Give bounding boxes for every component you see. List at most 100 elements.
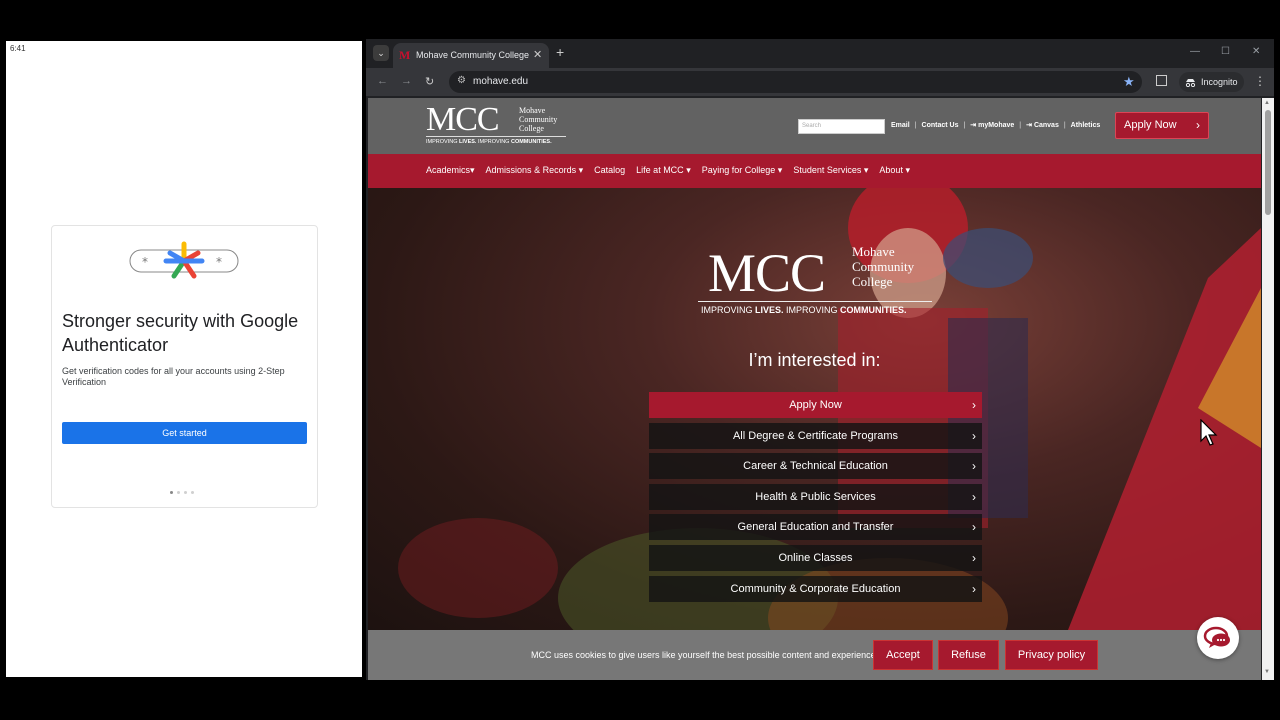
hero-logo-divider	[698, 301, 932, 302]
nav-catalog[interactable]: Catalog	[594, 165, 625, 176]
mcc-logo[interactable]: MCC Mohave Community College IMPROVING L…	[426, 101, 572, 149]
close-tab-icon[interactable]: ✕	[533, 48, 542, 61]
hero-logo-name-line: College	[852, 274, 893, 289]
scroll-up-arrow-icon[interactable]: ▲	[1264, 100, 1270, 106]
browser-menu-icon[interactable]: ⋮	[1254, 74, 1266, 88]
chevron-right-icon: ›	[972, 550, 976, 565]
athletics-link[interactable]: Athletics	[1071, 122, 1101, 129]
incognito-label: Incognito	[1201, 77, 1238, 87]
card-description: Get verification codes for all your acco…	[62, 366, 285, 387]
nav-academics[interactable]: Academics▾	[426, 165, 475, 176]
scroll-down-arrow-icon[interactable]: ▼	[1264, 669, 1270, 675]
hero-banner: MCC Mohave Community College IMPROVING L…	[368, 188, 1261, 630]
browser-window: ⌄ M Mohave Community College ✕ + — ☐ ✕ ←…	[366, 39, 1274, 680]
hero-logo: MCC Mohave Community College IMPROVING L…	[698, 243, 932, 330]
page-scrollbar[interactable]: ▲ ▼	[1262, 98, 1274, 680]
back-arrow-icon[interactable]: ←	[377, 75, 388, 87]
sign-in-icon: ⇥	[1026, 122, 1034, 129]
logo-name-line: Community	[519, 115, 558, 124]
chevron-right-icon: ›	[972, 581, 976, 596]
main-navigation: Academics▾ Admissions & Records ▾ Catalo…	[368, 154, 1261, 188]
authenticator-onboarding-card: * * Stronger security with Google Authen…	[51, 225, 318, 508]
program-degrees-certificates[interactable]: All Degree & Certificate Programs ›	[649, 422, 982, 449]
logo-divider	[426, 136, 566, 137]
program-apply-now[interactable]: Apply Now ›	[649, 392, 982, 418]
nav-paying-for-college[interactable]: Paying for College ▾	[702, 165, 783, 176]
reload-icon[interactable]: ↻	[425, 75, 434, 88]
program-online-classes[interactable]: Online Classes ›	[649, 544, 982, 571]
logo-letters: MCC	[426, 101, 500, 138]
page-dot	[191, 491, 194, 494]
svg-text:*: *	[216, 255, 222, 269]
nav-about[interactable]: About ▾	[879, 165, 910, 176]
phone-screen: 6:41 * * Stronger security with Google A…	[6, 41, 362, 677]
caret-down-icon: ▾	[578, 165, 584, 175]
chevron-right-icon: ›	[972, 489, 976, 504]
page-dot	[184, 491, 187, 494]
hero-heading: I’m interested in:	[748, 350, 881, 370]
incognito-icon	[1185, 78, 1196, 87]
cookie-message: MCC uses cookies to give users like your…	[531, 650, 879, 660]
nav-admissions[interactable]: Admissions & Records ▾	[486, 165, 584, 176]
privacy-policy-button[interactable]: Privacy policy	[1005, 640, 1098, 670]
logo-tagline: IMPROVING LIVES. IMPROVING COMMUNITIES.	[426, 139, 552, 145]
program-career-technical[interactable]: Career & Technical Education ›	[649, 453, 982, 480]
site-settings-icon[interactable]: ⚙	[457, 75, 466, 86]
mcc-favicon-icon: M	[399, 48, 411, 62]
svg-text:*: *	[142, 255, 148, 269]
site-search-input[interactable]: Search	[798, 119, 885, 134]
canvas-link[interactable]: Canvas	[1034, 122, 1059, 129]
close-window-icon[interactable]: ✕	[1252, 46, 1260, 57]
logo-name-line: Mohave	[519, 106, 546, 115]
tab-search-chevron-icon[interactable]: ⌄	[373, 45, 389, 61]
chevron-right-icon: ›	[972, 520, 976, 535]
address-bar[interactable]: ⚙ mohave.edu ★	[449, 71, 1142, 93]
email-link[interactable]: Email	[891, 122, 910, 129]
side-panel-icon[interactable]	[1156, 75, 1167, 86]
tab-mohave[interactable]: M Mohave Community College ✕	[393, 43, 549, 68]
bookmark-star-icon[interactable]: ★	[1123, 74, 1135, 90]
hero-logo-name-line: Mohave	[852, 244, 895, 259]
caret-down-icon: ▾	[470, 165, 475, 175]
cookie-refuse-button[interactable]: Refuse	[938, 640, 999, 670]
minimize-icon[interactable]: —	[1190, 46, 1200, 57]
hero-logo-name-line: Community	[852, 259, 915, 274]
nav-student-services[interactable]: Student Services ▾	[793, 165, 868, 176]
page-dot	[177, 491, 180, 494]
chat-icon	[1203, 626, 1230, 648]
site-header: MCC Mohave Community College IMPROVING L…	[368, 98, 1261, 154]
hero-logo-letters: MCC	[708, 243, 826, 303]
tab-strip: ⌄ M Mohave Community College ✕ + — ☐ ✕	[366, 39, 1274, 68]
web-page: MCC Mohave Community College IMPROVING L…	[368, 98, 1261, 680]
contact-us-link[interactable]: Contact Us	[922, 122, 959, 129]
google-authenticator-logo-icon: * *	[129, 241, 239, 279]
page-dot	[170, 491, 173, 494]
sign-in-icon: ⇥	[970, 122, 979, 129]
tab-title: Mohave Community College	[416, 50, 530, 60]
browser-toolbar: ← → ↻ ⚙ mohave.edu ★ Incognito ⋮	[366, 68, 1274, 96]
apply-now-button[interactable]: Apply Now ›	[1115, 112, 1209, 139]
get-started-button[interactable]: Get started	[62, 422, 307, 444]
mymohave-link[interactable]: myMohave	[978, 122, 1014, 129]
logo-name-line: College	[519, 124, 544, 133]
chat-widget-button[interactable]	[1197, 617, 1239, 659]
caret-down-icon: ▾	[863, 165, 869, 175]
cookie-accept-button[interactable]: Accept	[873, 640, 933, 670]
scrollbar-thumb[interactable]	[1265, 110, 1271, 215]
card-title: Stronger security with Google Authentica…	[62, 311, 299, 355]
cookie-consent-bar: MCC uses cookies to give users like your…	[368, 630, 1261, 680]
incognito-indicator[interactable]: Incognito	[1179, 72, 1244, 92]
caret-down-icon: ▾	[777, 165, 783, 175]
maximize-icon[interactable]: ☐	[1221, 46, 1230, 57]
chevron-right-icon: ›	[972, 459, 976, 474]
utility-links: Email | Contact Us | ⇥ myMohave | ⇥ Canv…	[891, 121, 1101, 130]
program-health-public[interactable]: Health & Public Services ›	[649, 483, 982, 510]
hero-logo-tagline: IMPROVING LIVES. IMPROVING COMMUNITIES.	[701, 305, 907, 315]
program-general-education[interactable]: General Education and Transfer ›	[649, 514, 982, 541]
program-community-corporate[interactable]: Community & Corporate Education ›	[649, 575, 982, 602]
chevron-right-icon: ›	[972, 398, 976, 412]
nav-life-at-mcc[interactable]: Life at MCC ▾	[636, 165, 691, 176]
chevron-right-icon: ›	[1196, 118, 1200, 132]
new-tab-plus-icon[interactable]: +	[556, 45, 564, 59]
forward-arrow-icon[interactable]: →	[401, 75, 412, 87]
